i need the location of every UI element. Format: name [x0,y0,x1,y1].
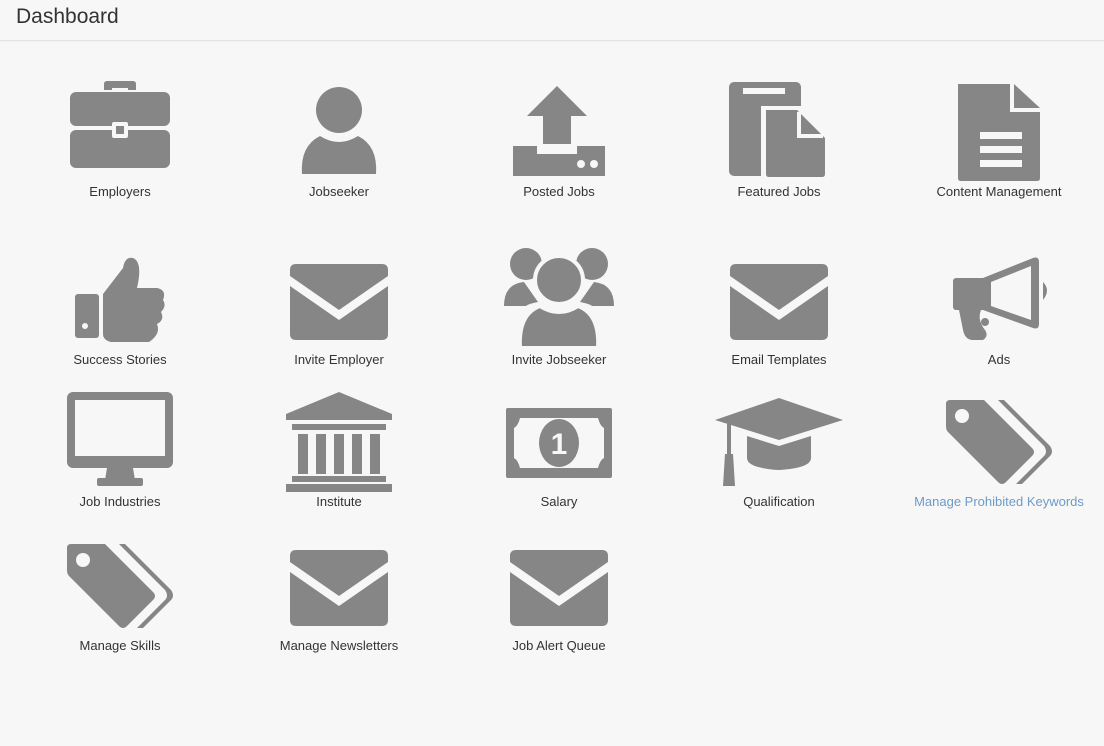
page-title: Dashboard [16,5,119,28]
tile-label: Email Templates [731,352,827,367]
tile-ads[interactable]: Ads [909,252,1089,372]
tile-label: Jobseeker [309,184,369,199]
bullhorn-icon [947,254,1051,342]
tile-label: Qualification [743,494,815,509]
tile-featured-jobs[interactable]: Featured Jobs [689,80,869,205]
tile-manage-skills[interactable]: Manage Skills [30,534,210,660]
tile-invite-jobseeker[interactable]: Invite Jobseeker [469,244,649,372]
tile-content-management[interactable]: Content Management [909,80,1089,205]
tile-label: Manage Prohibited Keywords [914,494,1084,509]
tile-label: Featured Jobs [737,184,821,199]
tile-label: Manage Skills [79,638,161,653]
tile-label: Invite Employer [294,352,384,367]
tile-label: Content Management [936,184,1062,199]
tile-qualification[interactable]: Qualification [689,390,869,516]
thumbs-up-icon [73,254,167,346]
tile-jobseeker[interactable]: Jobseeker [249,80,429,205]
monitor-icon [65,390,175,488]
tile-manage-prohibited-keywords[interactable]: Manage Prohibited Keywords [909,390,1089,516]
tags-icon [944,398,1054,488]
envelope-icon [508,548,610,628]
envelope-icon [288,548,390,628]
tile-success-stories[interactable]: Success Stories [30,252,210,372]
tile-institute[interactable]: Institute [249,390,429,516]
tile-label: Employers [89,184,151,199]
tile-label: Job Industries [79,494,161,509]
tile-label: Institute [316,494,362,509]
institution-icon [284,390,394,494]
tile-label: Job Alert Queue [512,638,606,653]
document-icon [954,82,1044,182]
tile-salary[interactable]: 1 Salary [469,390,649,516]
envelope-icon [288,262,390,342]
upload-icon [511,84,607,176]
tile-invite-employer[interactable]: Invite Employer [249,252,429,372]
envelope-icon [728,262,830,342]
tile-label: Manage Newsletters [279,638,399,653]
tile-label: Posted Jobs [523,184,595,199]
svg-text:1: 1 [551,428,568,461]
tile-employers[interactable]: Employers [30,80,210,205]
files-icon [727,80,831,182]
tile-manage-newsletters[interactable]: Manage Newsletters [249,534,429,660]
page-header: Dashboard [0,0,1104,41]
tile-posted-jobs[interactable]: Posted Jobs [469,80,649,205]
tile-label: Success Stories [73,352,167,367]
tile-label: Salary [540,494,578,509]
tile-job-alert-queue[interactable]: Job Alert Queue [469,534,649,660]
tile-label: Ads [987,352,1011,367]
tile-label: Invite Jobseeker [511,352,607,367]
users-icon [504,244,614,350]
briefcase-icon [68,80,172,170]
graduation-cap-icon [713,396,845,488]
user-icon [298,86,380,176]
tile-email-templates[interactable]: Email Templates [689,252,869,372]
tags-icon [65,542,175,632]
tile-job-industries[interactable]: Job Industries [30,390,210,516]
banknote-icon: 1 [504,406,614,480]
